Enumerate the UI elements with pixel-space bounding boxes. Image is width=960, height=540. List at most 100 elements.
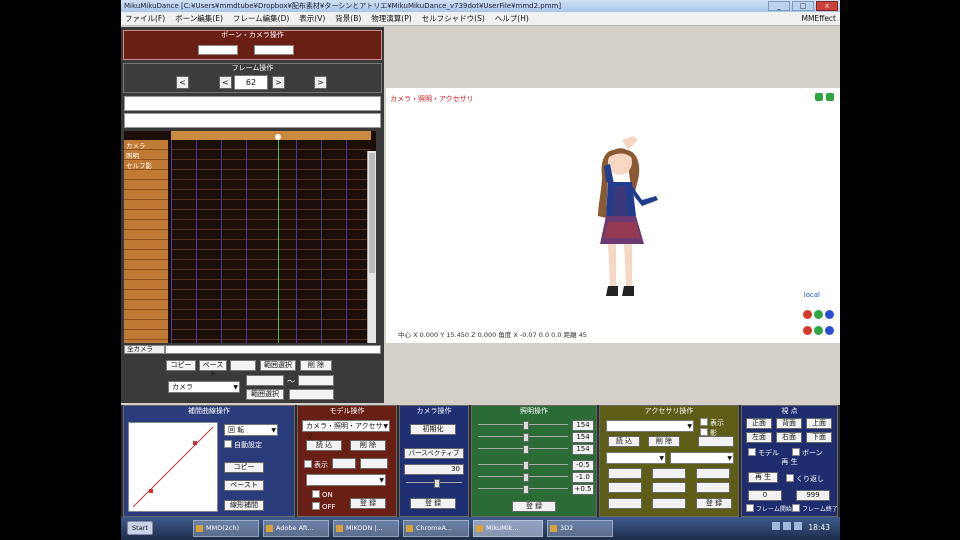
timeline-header[interactable] <box>171 131 371 140</box>
frame-end-checkbox[interactable]: フレーム終了 <box>792 504 838 513</box>
view-model-checkbox[interactable]: モデル <box>748 448 779 458</box>
move-axis-controls[interactable] <box>803 310 834 319</box>
model-select[interactable]: カメラ・照明・アクセサリ ▼ <box>302 420 390 440</box>
camera-select[interactable]: カメラ ▼ <box>168 381 240 393</box>
repeat-checkbox[interactable]: くり返し <box>786 474 824 484</box>
start-button[interactable]: Start <box>127 521 153 535</box>
next-frame-button[interactable]: > <box>272 76 285 89</box>
range-select-button[interactable]: 範囲選択 <box>260 360 296 371</box>
taskbar-item[interactable]: MMD(2ch) <box>193 520 259 537</box>
axis-x-icon[interactable] <box>803 310 812 319</box>
delete-button[interactable]: 削 除 <box>300 360 332 371</box>
model-off-radio[interactable]: OFF <box>312 502 336 511</box>
tray-network-icon[interactable] <box>772 522 780 530</box>
accessory-z[interactable] <box>696 468 730 479</box>
interp-type-select[interactable]: 回 転 ▼ <box>224 424 278 436</box>
light-slider-z[interactable] <box>478 485 568 494</box>
menu-physics[interactable]: 物理演算(P) <box>371 13 411 24</box>
maximize-button[interactable]: □ <box>792 1 814 11</box>
paste2-button[interactable] <box>230 360 256 371</box>
menu-background[interactable]: 背景(B) <box>335 13 361 24</box>
camera-init-button[interactable]: 初期化 <box>410 424 456 435</box>
axis-y-icon[interactable] <box>814 310 823 319</box>
menu-self-shadow[interactable]: セルフシャドウ(S) <box>422 13 485 24</box>
last-frame-button[interactable]: > <box>314 76 327 89</box>
curve-handle-2[interactable] <box>193 441 197 445</box>
light-value-g[interactable]: 154 <box>572 432 594 443</box>
frame-from-field[interactable] <box>246 375 284 386</box>
auto-set-checkbox[interactable]: 自動設定 <box>224 440 262 450</box>
timeline-grid[interactable] <box>171 140 371 343</box>
menu-bone-edit[interactable]: ボーン編集(E) <box>175 13 223 24</box>
frame-to-field[interactable] <box>298 375 334 386</box>
interp-paste-button[interactable]: ペースト <box>224 480 264 491</box>
timeline-row-camera[interactable]: カメラ <box>126 140 146 150</box>
taskbar-item[interactable]: Adobe Aft... <box>263 520 329 537</box>
taskbar-item[interactable]: ChromeA... <box>403 520 469 537</box>
view-right-button[interactable]: 右面 <box>776 432 802 443</box>
first-frame-button[interactable]: < <box>176 76 189 89</box>
keyframe-dot[interactable] <box>275 134 281 140</box>
frame-start-checkbox[interactable]: フレーム開始 <box>746 504 792 513</box>
interp-copy-button[interactable]: コピー <box>224 462 264 473</box>
linear-interp-button[interactable]: 線形補間 <box>224 500 264 511</box>
accessory-misc-button[interactable] <box>698 436 734 447</box>
rotate-z-icon[interactable] <box>825 326 834 335</box>
curve-handle-1[interactable] <box>149 489 153 493</box>
model-sub-select[interactable]: ▼ <box>306 474 386 486</box>
accessory-tr[interactable] <box>652 498 686 509</box>
menu-frame-edit[interactable]: フレーム編集(D) <box>233 13 289 24</box>
accessory-delete-button[interactable]: 削 除 <box>648 436 680 447</box>
view-back-button[interactable]: 背面 <box>776 418 802 429</box>
copy-button[interactable]: コピー <box>166 360 196 371</box>
view-left-button[interactable]: 左面 <box>746 432 772 443</box>
view-bone-checkbox[interactable]: ボーン <box>792 448 823 458</box>
model-field-2[interactable] <box>360 458 388 469</box>
play-from-field[interactable]: 0 <box>748 490 782 501</box>
model-on-radio[interactable]: ON <box>312 490 333 499</box>
timeline-row-shadow[interactable]: セルフ影 <box>126 160 152 170</box>
camera-register-button[interactable]: 登 録 <box>410 498 456 509</box>
play-to-field[interactable]: 999 <box>796 490 830 501</box>
view-front-button[interactable]: 正面 <box>746 418 772 429</box>
local-toggle[interactable]: local <box>804 291 820 299</box>
tray-volume-icon[interactable] <box>783 522 791 530</box>
tray-flag-icon[interactable] <box>794 522 802 530</box>
taskbar-item[interactable]: 3D2 <box>547 520 613 537</box>
bone-field-right[interactable] <box>254 45 294 55</box>
accessory-load-button[interactable]: 読 込 <box>608 436 640 447</box>
menu-help[interactable]: ヘルプ(H) <box>495 13 529 24</box>
range-label[interactable]: 全カメラ <box>124 345 165 354</box>
frame-number-input[interactable]: 62 <box>234 75 268 90</box>
viewport-move-icon[interactable] <box>826 93 834 101</box>
rotate-x-icon[interactable] <box>803 326 812 335</box>
taskbar-item[interactable]: MIKODN |... <box>333 520 399 537</box>
model-field-1[interactable] <box>332 458 356 469</box>
accessory-ry[interactable] <box>652 482 686 493</box>
interpolation-curve[interactable] <box>128 422 218 512</box>
viewport-rotate-icon[interactable] <box>815 93 823 101</box>
taskbar-item-active[interactable]: MikuMik... <box>473 520 543 537</box>
model-register-button[interactable]: 登 録 <box>350 498 386 509</box>
frame-cursor[interactable] <box>278 140 279 343</box>
model-load-button[interactable]: 読 込 <box>306 440 342 451</box>
light-value-b[interactable]: 154 <box>572 444 594 455</box>
menu-view[interactable]: 表示(V) <box>299 13 325 24</box>
accessory-parent-select[interactable]: ▼ <box>606 452 666 464</box>
axis-z-icon[interactable] <box>825 310 834 319</box>
3d-viewport[interactable]: カメラ・照明・アクセサリ local 中心 X 0.000 Y 15.450 Z… <box>386 88 840 343</box>
play-button[interactable]: 再 生 <box>748 472 778 483</box>
light-register-button[interactable]: 登 録 <box>512 501 556 512</box>
rotate-axis-controls[interactable] <box>803 326 834 335</box>
hscroll-track[interactable] <box>165 345 381 354</box>
range-select-2-button[interactable]: 範囲選択 <box>246 389 284 400</box>
fov-slider[interactable] <box>406 479 462 488</box>
view-top-button[interactable]: 上面 <box>806 418 832 429</box>
accessory-rz[interactable] <box>696 482 730 493</box>
close-button[interactable]: × <box>816 1 838 11</box>
fov-value[interactable]: 30 <box>404 464 464 475</box>
light-value-r[interactable]: 154 <box>572 420 594 431</box>
timeline[interactable]: カメラ 照明 セルフ影 <box>124 131 376 343</box>
range-blank-button[interactable] <box>289 389 334 400</box>
light-slider-x[interactable] <box>478 461 568 470</box>
